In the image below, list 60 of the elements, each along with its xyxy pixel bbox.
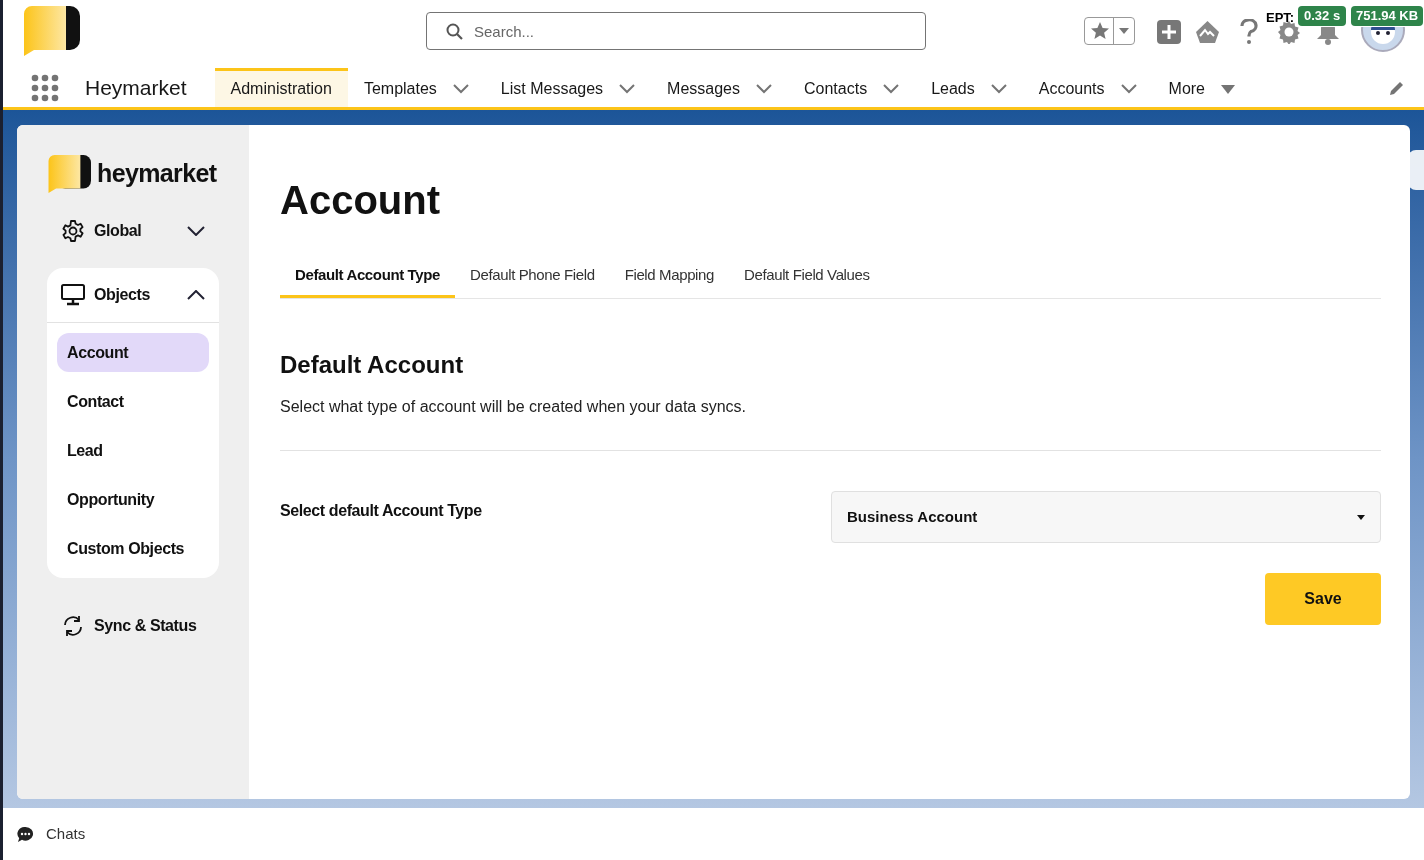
chevron-down-icon bbox=[1120, 84, 1137, 94]
mountain-icon[interactable] bbox=[1195, 20, 1220, 44]
nav-tab[interactable]: Messages bbox=[651, 68, 788, 107]
sync-icon bbox=[61, 613, 85, 638]
sidebar-item[interactable]: Account bbox=[57, 333, 209, 372]
nav-tab[interactable]: List Messages bbox=[484, 68, 652, 107]
sidebar-section-header[interactable]: Global bbox=[47, 203, 219, 258]
sidebar-item[interactable]: Custom Objects bbox=[57, 529, 209, 568]
chevron-down-icon bbox=[990, 84, 1007, 94]
nav-tab[interactable]: Contacts bbox=[788, 68, 916, 107]
search-icon bbox=[446, 23, 464, 41]
speech-bubble-logo-icon bbox=[22, 6, 80, 56]
app-name: Heymarket bbox=[85, 74, 187, 101]
caret-down-icon bbox=[1119, 28, 1129, 34]
nav-tab[interactable]: Accounts bbox=[1022, 68, 1153, 107]
ept-size-badge: 751.94 KB bbox=[1351, 6, 1424, 26]
caret-down-icon bbox=[1357, 514, 1365, 520]
favorites-button[interactable] bbox=[1084, 17, 1135, 45]
brand-name: heymarket bbox=[97, 158, 217, 190]
chevron-up-icon bbox=[187, 290, 205, 300]
content-tab[interactable]: Default Account Type bbox=[280, 256, 455, 298]
sidebar-item[interactable]: Opportunity bbox=[57, 480, 209, 519]
search-field[interactable]: Search... bbox=[426, 12, 926, 50]
content-tab[interactable]: Default Field Values bbox=[729, 256, 885, 298]
gear-icon[interactable] bbox=[1277, 20, 1301, 44]
sidebar-item[interactable]: Contact bbox=[57, 382, 209, 421]
sidebar-item[interactable]: Lead bbox=[57, 431, 209, 470]
star-icon bbox=[1090, 21, 1110, 41]
speech-bubble-logo-icon bbox=[47, 155, 91, 193]
chevron-down-icon bbox=[452, 84, 469, 94]
sidebar-section-header[interactable]: Objects bbox=[47, 268, 219, 323]
help-icon[interactable] bbox=[1240, 19, 1258, 45]
gear-icon bbox=[61, 218, 85, 243]
nav-tab[interactable]: More bbox=[1152, 68, 1251, 107]
app-launcher-icon[interactable] bbox=[31, 73, 59, 102]
account-type-select[interactable]: Business Account bbox=[831, 491, 1381, 543]
bell-icon[interactable] bbox=[1315, 27, 1341, 45]
section-title: Default Account bbox=[280, 350, 465, 380]
page-title: Account bbox=[280, 180, 441, 220]
chat-bubble-icon[interactable] bbox=[17, 825, 34, 843]
chevron-down-icon bbox=[187, 225, 205, 236]
monitor-icon bbox=[61, 284, 85, 306]
content-tab[interactable]: Default Phone Field bbox=[455, 256, 610, 298]
triangle-down-icon bbox=[1221, 84, 1235, 94]
nav-tab[interactable]: Administration bbox=[214, 68, 348, 107]
field-label: Select default Account Type bbox=[280, 501, 483, 521]
ept-time-badge: 0.32 s bbox=[1298, 6, 1347, 26]
chevron-down-icon bbox=[756, 84, 772, 94]
ept-label: EPT: bbox=[1266, 9, 1295, 27]
content-tab[interactable]: Field Mapping bbox=[609, 256, 729, 298]
nav-tab[interactable]: Leads bbox=[915, 68, 1023, 107]
chevron-down-icon bbox=[883, 84, 900, 94]
add-icon[interactable] bbox=[1157, 20, 1181, 44]
sidebar-section-header[interactable]: Sync & Status bbox=[47, 598, 219, 653]
chats-label[interactable]: Chats bbox=[46, 822, 86, 846]
section-description: Select what type of account will be created when your data syncs. bbox=[280, 397, 748, 417]
panel-handle[interactable] bbox=[1408, 150, 1424, 190]
save-button[interactable]: Save bbox=[1265, 573, 1381, 625]
nav-tab[interactable]: Templates bbox=[347, 68, 485, 107]
chevron-down-icon bbox=[619, 84, 636, 94]
